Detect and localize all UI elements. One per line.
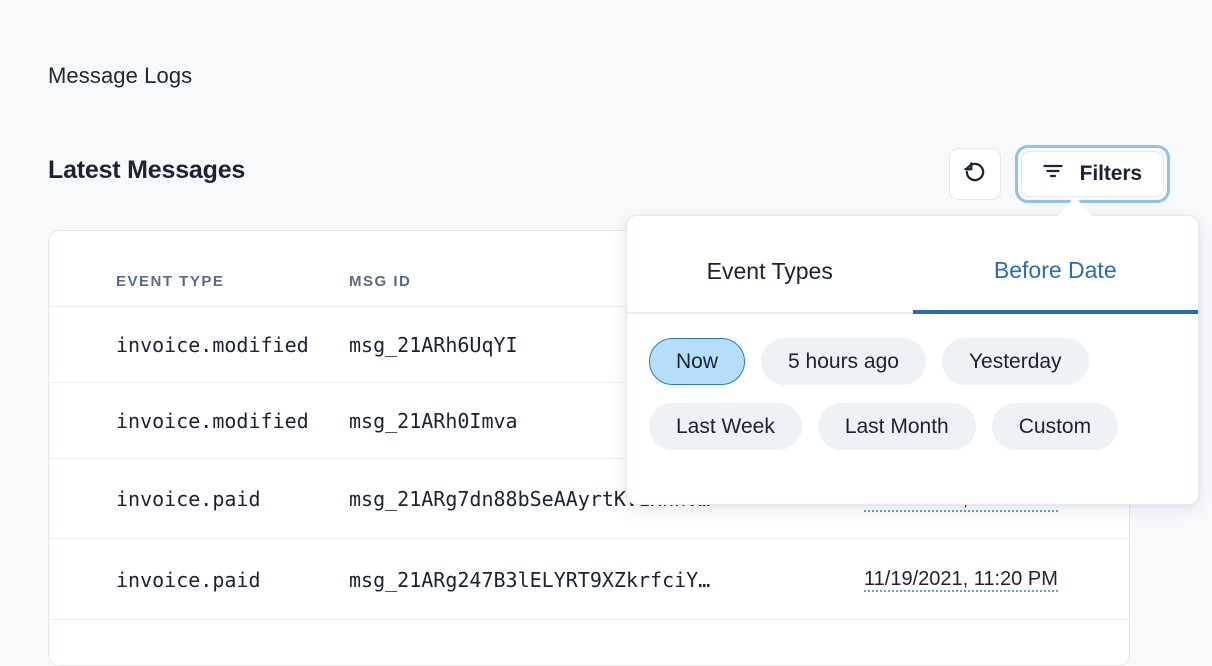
chip-yesterday[interactable]: Yesterday: [942, 338, 1089, 385]
breadcrumb: Message Logs: [48, 63, 192, 89]
cell-timestamp: 11/19/2021, 11:20 PM: [864, 539, 1130, 619]
cell-event-type: invoice.paid: [49, 539, 349, 619]
table-row[interactable]: invoice.paid msg_21ARg247B3lELYRT9XZkrfc…: [49, 539, 1130, 619]
chip-now[interactable]: Now: [649, 338, 745, 385]
cell-event-type: invoice.paid: [49, 459, 349, 539]
cell-event-type: invoice.modified: [49, 307, 349, 383]
chip-last-month[interactable]: Last Month: [818, 403, 976, 450]
toolbar: Filters: [949, 145, 1170, 203]
chip-last-week[interactable]: Last Week: [649, 403, 802, 450]
tab-event-types[interactable]: Event Types: [627, 216, 913, 314]
page-title: Latest Messages: [48, 156, 245, 185]
cell-msg-id: msg_21ARg247B3lELYRT9XZkrfciY…: [349, 539, 864, 619]
cell-event-type: invoice.modified: [49, 383, 349, 459]
tab-before-date[interactable]: Before Date: [913, 216, 1199, 314]
refresh-ccw-icon: [962, 159, 988, 190]
chip-custom[interactable]: Custom: [992, 403, 1118, 450]
filters-dropdown-panel: Event Types Before Date Now 5 hours ago …: [626, 215, 1199, 505]
refresh-button[interactable]: [949, 148, 1001, 200]
filters-button-label: Filters: [1080, 162, 1142, 186]
date-preset-chip-group: Now 5 hours ago Yesterday Last Week Last…: [627, 314, 1198, 450]
timestamp-value: 11/19/2021, 11:20 PM: [864, 568, 1058, 592]
dropdown-caret-icon: [1058, 196, 1092, 216]
filter-icon: [1041, 159, 1065, 189]
filters-button[interactable]: Filters: [1021, 151, 1164, 197]
filters-button-focus-ring: Filters: [1015, 145, 1170, 203]
chip-5-hours-ago[interactable]: 5 hours ago: [761, 338, 926, 385]
filter-tabs: Event Types Before Date: [627, 216, 1198, 314]
column-header-event-type[interactable]: EVENT TYPE: [49, 231, 349, 307]
